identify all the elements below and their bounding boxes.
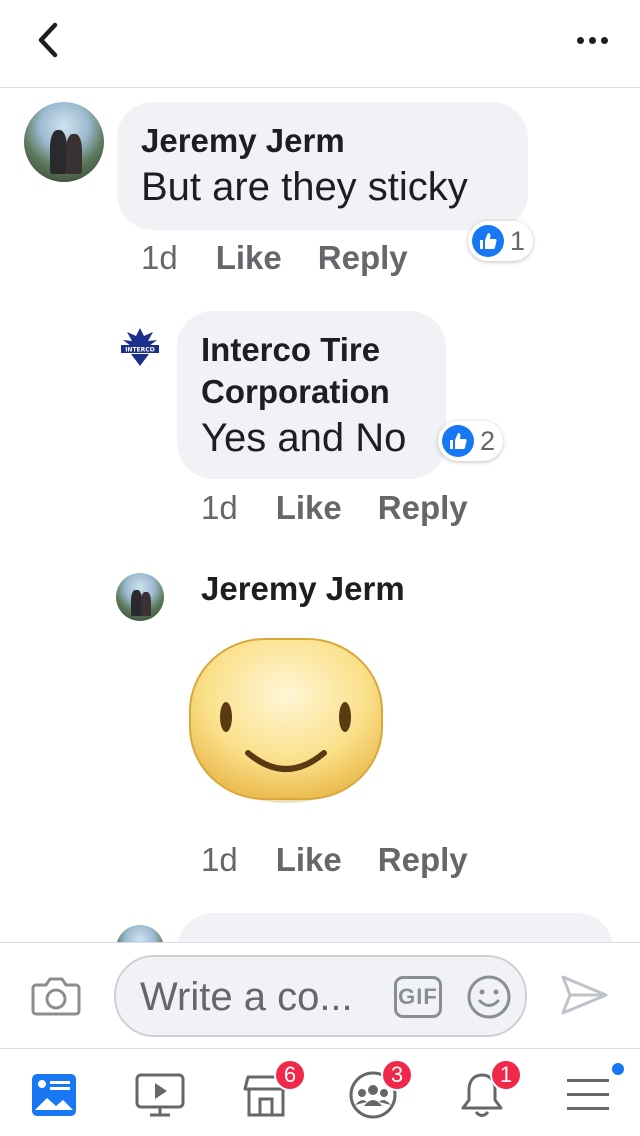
tab-groups[interactable]: 3 (343, 1059, 413, 1123)
comment-text: But are they sticky (141, 165, 468, 209)
comment-text: Yes and No (201, 416, 407, 460)
comment-bubble[interactable]: Interco Tire Corporation Yes and No (177, 311, 446, 479)
reply-button[interactable]: Reply (318, 239, 408, 277)
author-line: Interco Tire (201, 331, 381, 368)
avatar[interactable] (116, 925, 164, 942)
comment-author[interactable]: Jeremy Jerm (141, 120, 502, 162)
like-button[interactable]: Like (216, 239, 282, 277)
bottom-tab-bar: 6 3 1 (0, 1048, 640, 1136)
more-dot (600, 36, 608, 44)
interco-logo: INTERCO (121, 328, 159, 366)
smiley-icon (467, 975, 511, 1019)
comment-placeholder: Write a co... (140, 975, 353, 1019)
comment-bubble[interactable] (177, 913, 613, 942)
tab-marketplace[interactable]: 6 (236, 1059, 306, 1123)
watch-icon (135, 1073, 185, 1117)
avatar-figure (140, 592, 151, 617)
avatar[interactable]: INTERCO (116, 323, 164, 371)
chevron-left-icon (38, 22, 58, 58)
thumbs-up-icon (472, 225, 504, 257)
reaction-count[interactable]: 1 (468, 221, 534, 261)
avatar-figure (65, 134, 82, 174)
reply-button[interactable]: Reply (378, 841, 468, 879)
reaction-number: 1 (510, 225, 526, 256)
avatar[interactable] (24, 102, 104, 182)
send-button[interactable] (558, 969, 610, 1021)
reaction-number: 2 (480, 425, 496, 456)
comment-actions: 1d Like Reply (141, 239, 444, 277)
avatar[interactable] (116, 573, 164, 621)
tab-news-feed[interactable] (24, 1067, 84, 1123)
comment-time: 1d (141, 239, 178, 276)
comment-time: 1d (201, 489, 238, 526)
back-button[interactable] (28, 20, 68, 60)
menu-icon (567, 1079, 609, 1110)
tab-watch[interactable] (130, 1067, 190, 1123)
reaction-count[interactable]: 2 (438, 421, 504, 461)
comment-bubble[interactable]: Jeremy Jerm But are they sticky (117, 102, 528, 230)
avatar-figure (49, 130, 68, 174)
smiley-sticker[interactable] (186, 635, 386, 805)
comment-input[interactable]: Write a co... GIF (114, 955, 527, 1037)
like-button[interactable]: Like (276, 489, 342, 527)
comments-thread: Jeremy Jerm But are they sticky 1 1d Lik… (0, 89, 640, 942)
thumbs-up-icon (442, 425, 474, 457)
comment-author[interactable]: Jeremy Jerm (201, 570, 405, 608)
send-icon (561, 975, 608, 1015)
more-options-button[interactable] (572, 28, 612, 52)
notifications-badge: 1 (490, 1059, 522, 1091)
camera-icon (31, 977, 81, 1016)
tab-menu[interactable] (558, 1061, 626, 1123)
more-horizontal-icon (576, 36, 584, 44)
camera-button[interactable] (30, 971, 82, 1021)
tab-notifications[interactable]: 1 (452, 1059, 522, 1123)
groups-badge: 3 (381, 1059, 413, 1091)
comment-composer: Write a co... GIF (0, 942, 640, 1048)
marketplace-badge: 6 (274, 1059, 306, 1091)
comment-author[interactable]: Interco Tire Corporation (201, 329, 420, 413)
more-dot (588, 36, 596, 44)
reply-button[interactable]: Reply (378, 489, 468, 527)
comment-time: 1d (201, 841, 238, 878)
author-line: Corporation (201, 373, 390, 410)
like-button[interactable]: Like (276, 841, 342, 879)
comment-actions: 1d Like Reply (201, 841, 504, 879)
gif-button[interactable]: GIF (394, 976, 442, 1018)
menu-dot-badge (610, 1061, 626, 1077)
news-feed-icon (32, 1074, 76, 1116)
emoji-button[interactable] (466, 974, 512, 1020)
top-bar (0, 0, 640, 88)
comment-actions: 1d Like Reply (201, 489, 504, 527)
svg-text:INTERCO: INTERCO (125, 347, 155, 354)
